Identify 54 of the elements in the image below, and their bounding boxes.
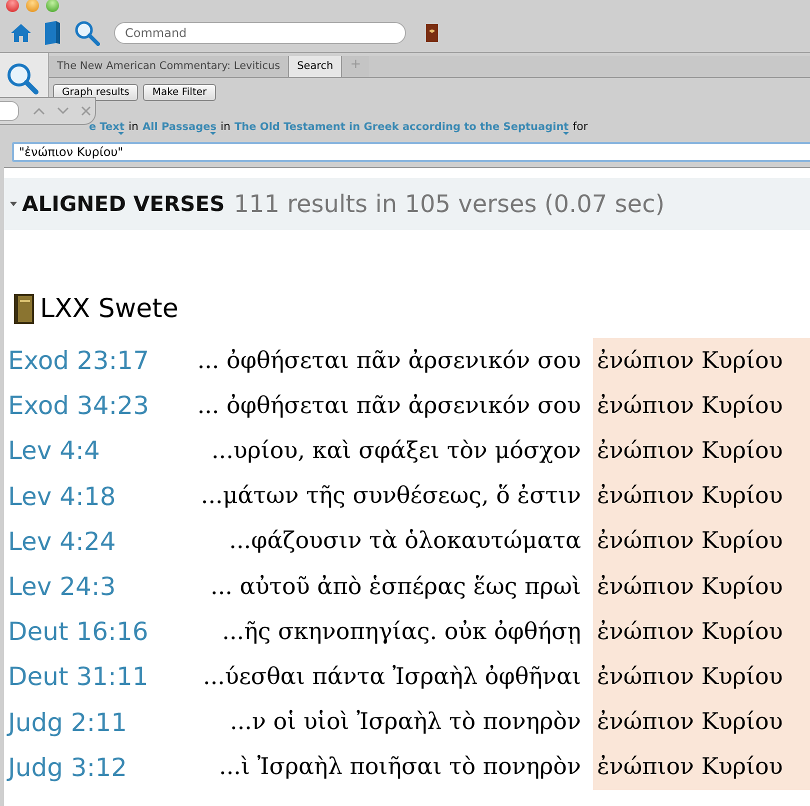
verse-context: ... ὀφθήσεται πᾶν ἀρσενικόν σου: [196, 392, 582, 419]
scope-link[interactable]: All Passages: [142, 121, 216, 133]
search-icon[interactable]: [74, 20, 100, 46]
verse-context: ...ύεσθαι πάντα Ἰσραὴλ ὀφθῆναι: [202, 664, 582, 690]
disclosure-triangle-icon[interactable]: [10, 200, 17, 208]
verse-context: ...ν οἱ υἱοὶ Ἰσραὴλ τὸ πονηρὸν: [229, 709, 582, 736]
verse-reference[interactable]: Lev 4:4: [4, 436, 154, 466]
close-light[interactable]: [6, 0, 19, 12]
matched-phrase: ἐνώπιον Κυρίου: [593, 383, 810, 428]
matched-phrase: ἐνώπιον Κυρίου: [593, 474, 810, 519]
scope-link[interactable]: The Old Testament in Greek according to the Septuagint: [234, 121, 569, 133]
scope-text: for: [572, 120, 588, 133]
scope-text: in: [128, 120, 138, 133]
zoom-light[interactable]: [46, 0, 59, 12]
verse-reference[interactable]: Lev 4:18: [4, 482, 154, 511]
query-field[interactable]: "ἐνώπιον Κυρίου": [12, 142, 810, 162]
matched-phrase: ἐνώπιον Κυρίου: [593, 518, 810, 564]
toolbar-button[interactable]: Make Filter: [143, 84, 216, 101]
matched-phrase: ἐνώπιον Κυρίου: [593, 654, 810, 700]
tab[interactable]: Search: [289, 56, 342, 77]
verse-context: ... αὐτοῦ ἀπὸ ἑσπέρας ἕως πρωὶ: [210, 574, 582, 600]
verse-reference[interactable]: Lev 24:3: [4, 572, 154, 602]
matched-phrase: ἐνώπιον Κυρίου: [593, 744, 810, 790]
verse-reference[interactable]: Exod 23:17: [4, 346, 154, 376]
verse-context: ... ὀφθήσεται πᾶν ἀρσενικόν σου: [196, 348, 582, 374]
verse-reference[interactable]: Deut 31:11: [4, 662, 154, 692]
matched-phrase: ἐνώπιον Κυρίου: [593, 428, 810, 474]
scope-link[interactable]: e Text: [89, 121, 124, 133]
verse-reference[interactable]: Deut 16:16: [4, 617, 154, 646]
close-icon[interactable]: [81, 106, 91, 116]
verse-reference[interactable]: Judg 2:11: [4, 708, 154, 737]
command-field[interactable]: Command: [114, 22, 406, 44]
results-summary: 111 results in 105 verses (0.07 sec): [234, 190, 665, 218]
book-icon[interactable]: [44, 20, 62, 46]
verse-context: ...ὶ Ἰσραὴλ ποιῆσαι τὸ πονηρὸν: [218, 754, 582, 780]
verse-context: ...μάτων τῆς συνθέσεως, ὅ ἐστιν: [200, 483, 582, 510]
matched-phrase: ἐνώπιον Κυρίου: [593, 609, 810, 654]
matched-phrase: ἐνώπιον Κυρίου: [593, 338, 810, 384]
matched-phrase: ἐνώπιον Κυρίου: [593, 564, 810, 610]
scope-text: in: [220, 120, 230, 133]
resource-title: LXX Swete: [40, 294, 178, 324]
verse-reference[interactable]: Exod 34:23: [4, 391, 154, 420]
tab[interactable]: The New American Commentary: Leviticus: [49, 56, 290, 77]
book-cover-icon[interactable]: [426, 24, 438, 42]
book-icon: [14, 294, 34, 324]
verse-reference[interactable]: Lev 4:24: [4, 526, 154, 556]
verse-context: ...φάζουσιν τὰ ὁλοκαυτώματα: [228, 528, 582, 554]
verse-context: ...υρίου, καὶ σφάξει τὸν μόσχον: [210, 438, 582, 464]
verse-context: ...ῆς σκηνοπηγίας. οὐκ ὀφθήσῃ: [221, 618, 582, 645]
matched-phrase: ἐνώπιον Κυρίου: [593, 700, 810, 745]
section-title: ALIGNED VERSES: [22, 192, 225, 216]
home-icon[interactable]: [10, 22, 32, 44]
minimize-light[interactable]: [26, 0, 39, 12]
verse-reference[interactable]: Judg 3:12: [4, 752, 154, 782]
